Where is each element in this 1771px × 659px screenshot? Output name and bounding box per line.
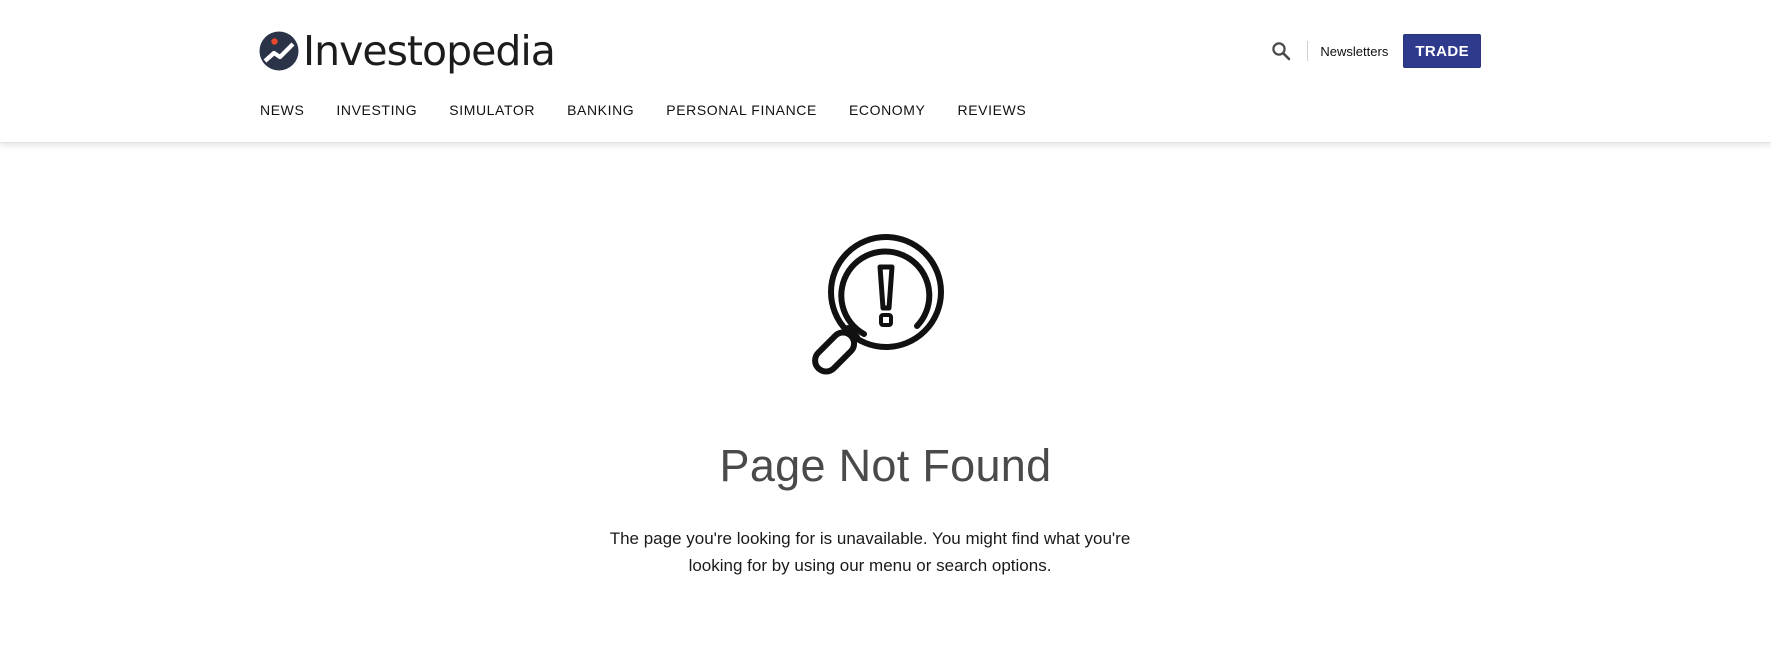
nav-item-investing[interactable]: INVESTING	[336, 102, 417, 118]
page-title: Page Not Found	[719, 440, 1052, 491]
nav-item-economy[interactable]: ECONOMY	[849, 102, 926, 118]
investopedia-logo[interactable]: Investopedia	[259, 26, 556, 76]
nav-item-personal-finance[interactable]: PERSONAL FINANCE	[666, 102, 817, 118]
logo-wordmark: Investopedia	[303, 27, 556, 75]
primary-nav: NEWS INVESTING SIMULATOR BANKING PERSONA…	[260, 102, 1026, 118]
nav-item-reviews[interactable]: REVIEWS	[958, 102, 1027, 118]
investopedia-logo-mark-icon	[259, 31, 299, 71]
nav-item-news[interactable]: NEWS	[260, 102, 304, 118]
site-header: Investopedia Newsletters TRADE NEWS INVE…	[0, 0, 1771, 143]
search-button[interactable]	[1269, 39, 1293, 63]
header-utility: Newsletters TRADE	[1269, 34, 1481, 68]
trade-button[interactable]: TRADE	[1403, 34, 1481, 68]
error-message: The page you're looking for is unavailab…	[609, 529, 1131, 575]
magnifier-exclamation-icon	[812, 234, 944, 375]
newsletters-link[interactable]: Newsletters	[1320, 44, 1388, 59]
nav-item-banking[interactable]: BANKING	[567, 102, 634, 118]
header-divider	[1307, 41, 1309, 61]
search-icon	[1272, 42, 1291, 61]
nav-item-simulator[interactable]: SIMULATOR	[449, 102, 535, 118]
error-content: Page Not Found The page you're looking f…	[0, 144, 1771, 659]
